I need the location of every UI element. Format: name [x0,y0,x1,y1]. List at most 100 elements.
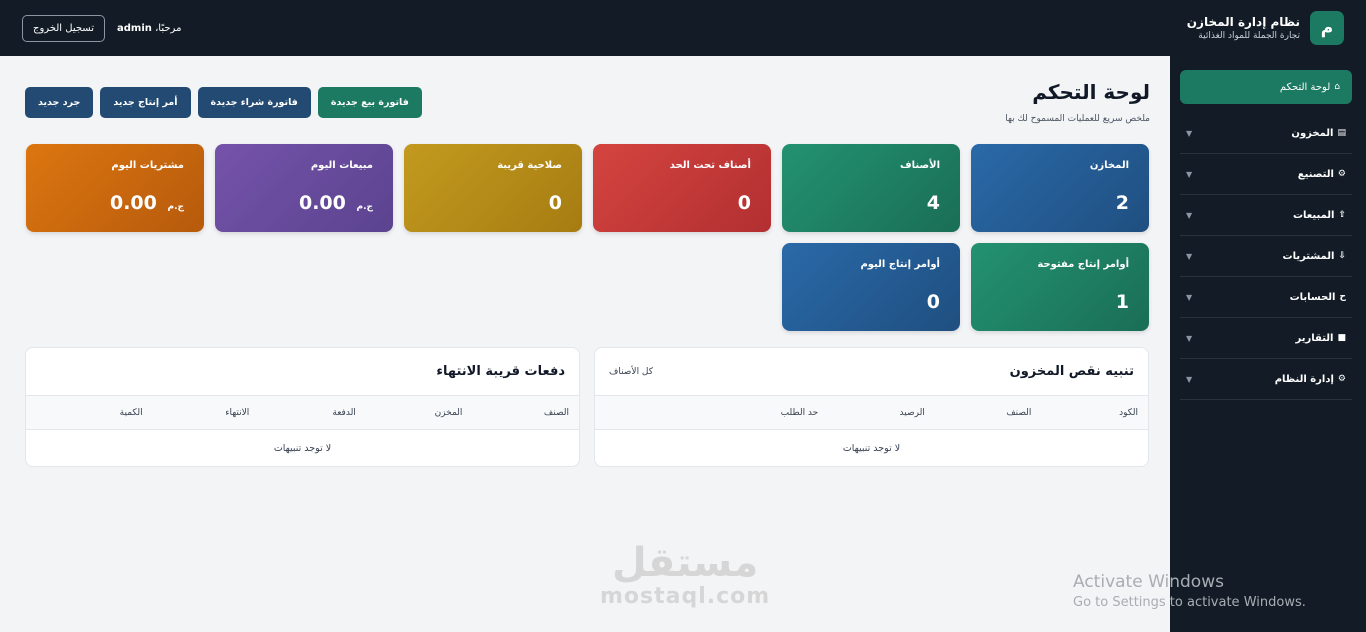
card-production-today[interactable]: أوامر إنتاج اليوم 0 [782,243,960,331]
chevron-down-icon: ▼ [1186,333,1193,343]
sidebar-item-label: التصنيع [1297,168,1334,180]
sidebar-item-label: إدارة النظام [1274,373,1334,385]
new-production-button[interactable]: أمر إنتاج جديد [100,87,191,118]
report-icon: ■ [1337,333,1346,343]
card-label: صلاحية قريبة [497,160,562,171]
activation-title: Activate Windows [1073,572,1224,592]
sidebar-item-sales[interactable]: ⇧ المبيعات ▼ [1180,195,1352,236]
table-header: الصنف المخزن الدفعة الانتهاء الكمية [26,396,579,430]
sidebar-item-label: لوحة التحكم [1279,81,1331,93]
column-header[interactable]: الدفعة [249,408,355,418]
card-value: 2 [1115,192,1129,214]
brand[interactable]: م نظام إدارة المخازن تجارة الجملة للمواد… [1187,11,1344,45]
panel-title: تنبيه نقص المخزون [1009,364,1134,379]
card-value: 0 [548,192,562,214]
column-header[interactable]: الصنف [462,408,569,418]
empty-state: لا توجد تنبيهات [842,442,901,454]
card-near-expiry[interactable]: صلاحية قريبة 0 [404,144,582,232]
panel-title: دفعات قريبة الانتهاء [436,364,565,379]
card-label: أوامر إنتاج اليوم [860,259,940,270]
card-label: أصناف تحت الحد [669,160,751,171]
sidebar-item-label: التقارير [1295,332,1334,344]
column-header[interactable]: المخزن [356,408,463,418]
expiry-batches-panel: دفعات قريبة الانتهاء الصنف المخزن الدفعة… [25,347,580,467]
card-label: أوامر إنتاج مفتوحة [1037,259,1129,270]
brand-logo: م [1310,11,1344,45]
gear-icon: ⚙ [1337,374,1346,384]
sidebar-item-accounts[interactable]: ح الحسابات ▼ [1180,277,1352,318]
chevron-down-icon: ▼ [1186,169,1193,179]
new-purchase-invoice-button[interactable]: فاتورة شراء جديدة [197,87,311,118]
sidebar-item-label: المشتريات [1282,250,1335,262]
home-icon: ⌂ [1334,82,1340,92]
card-label: الأصناف [900,160,940,171]
sidebar-item-purchases[interactable]: ⇩ المشتريات ▼ [1180,236,1352,277]
card-purchases-today[interactable]: مشتريات اليوم 0.00 ج.م [26,144,204,232]
all-items-link[interactable]: كل الأصناف [609,367,653,377]
empty-state: لا توجد تنبيهات [273,442,332,454]
user-area: مرحبًا، admin تسجيل الخروج [22,14,181,42]
main-content: لوحة التحكم ملخص سريع للعمليات المسموح ل… [4,56,1170,632]
gear-icon: ⚙ [1337,169,1346,179]
sidebar-item-reports[interactable]: ■ التقارير ▼ [1180,318,1352,359]
quick-actions: جرد جديد أمر إنتاج جديد فاتورة شراء جديد… [25,87,422,118]
column-header[interactable]: الكمية [36,408,143,418]
card-warehouses[interactable]: المخازن 2 [971,144,1149,232]
welcome-text: مرحبًا، admin [117,23,181,34]
page-subtitle: ملخص سريع للعمليات المسموح لك بها [1005,114,1150,124]
card-value: 0 [737,192,751,214]
new-inventory-button[interactable]: جرد جديد [25,87,94,118]
card-amount: 0.00 [109,192,157,214]
chevron-down-icon: ▼ [1186,128,1193,138]
box-icon: ▤ [1337,128,1346,138]
card-open-production[interactable]: أوامر إنتاج مفتوحة 1 [971,243,1149,331]
watermark: مستقل mostaql.com [600,542,770,609]
card-label: مبيعات اليوم [310,160,373,171]
windows-activation-notice: Activate Windows Go to Settings to activ… [1073,572,1306,610]
arrow-up-icon: ⇧ [1338,210,1346,220]
card-value: 0.00 ج.م [299,192,373,214]
column-header[interactable]: الصنف [925,408,1031,418]
logout-button[interactable]: تسجيل الخروج [22,14,106,42]
currency-unit: ج.م [356,202,373,212]
welcome-prefix: مرحبًا، [155,22,182,34]
username: admin [117,22,152,34]
chevron-down-icon: ▼ [1186,292,1193,302]
stock-alert-panel: تنبيه نقص المخزون كل الأصناف الكود الصنف… [594,347,1149,467]
column-header[interactable]: الرصيد [818,408,925,418]
card-sales-today[interactable]: مبيعات اليوم 0.00 ج.م [215,144,393,232]
card-below-limit[interactable]: أصناف تحت الحد 0 [593,144,771,232]
card-label: مشتريات اليوم [111,160,184,171]
sidebar-item-system[interactable]: ⚙ إدارة النظام ▼ [1180,359,1352,400]
watermark-latin: mostaql.com [600,584,771,609]
card-value: 4 [926,192,940,214]
chevron-down-icon: ▼ [1186,210,1193,220]
brand-subtitle: تجارة الجملة للمواد الغذائية [1198,31,1300,41]
arrow-down-icon: ⇩ [1338,251,1346,261]
watermark-arabic: مستقل [611,540,759,586]
page-title: لوحة التحكم [1032,80,1150,104]
sidebar-item-label: المخزون [1291,127,1334,139]
column-header[interactable]: الكود [1031,408,1138,418]
card-label: المخازن [1089,160,1129,171]
accounts-icon: ح [1339,292,1347,302]
card-amount: 0.00 [298,192,346,214]
card-value: 0 [926,291,940,313]
new-sale-invoice-button[interactable]: فاتورة بيع جديدة [317,87,422,118]
chevron-down-icon: ▼ [1186,374,1193,384]
top-bar: م نظام إدارة المخازن تجارة الجملة للمواد… [0,0,1366,56]
card-items[interactable]: الأصناف 4 [782,144,960,232]
sidebar-item-label: الحسابات [1289,291,1336,303]
column-header[interactable]: الانتهاء [143,408,249,418]
chevron-down-icon: ▼ [1186,251,1193,261]
sidebar-item-manufacturing[interactable]: ⚙ التصنيع ▼ [1180,154,1352,195]
activation-subtitle: Go to Settings to activate Windows. [1073,595,1306,610]
currency-unit: ج.م [167,202,184,212]
card-value: 1 [1115,291,1129,313]
sidebar-item-label: المبيعات [1292,209,1335,221]
column-header[interactable]: حد الطلب [712,408,819,418]
sidebar: ⌂ لوحة التحكم ▤ المخزون ▼ ⚙ التصنيع ▼ ⇧ الم… [1170,56,1366,632]
brand-title: نظام إدارة المخازن [1186,15,1300,29]
sidebar-item-dashboard[interactable]: ⌂ لوحة التحكم [1180,70,1352,104]
sidebar-item-inventory[interactable]: ▤ المخزون ▼ [1180,113,1352,154]
